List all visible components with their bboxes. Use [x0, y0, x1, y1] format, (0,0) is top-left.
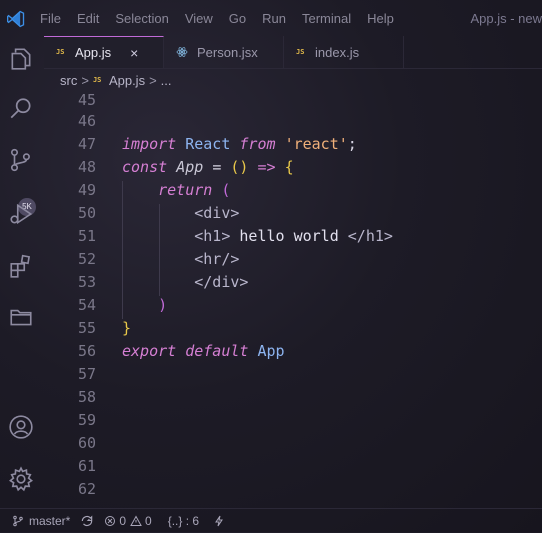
vscode-logo-icon[interactable]	[6, 9, 26, 29]
line-number: 51	[77, 227, 96, 245]
js-file-icon: JS	[56, 48, 65, 56]
line-number: 49	[77, 181, 96, 199]
menu-run[interactable]: Run	[262, 11, 286, 26]
tab-label: App.js	[75, 45, 112, 60]
error-icon	[105, 516, 116, 526]
tab-person-jsx[interactable]: Person.jsx	[164, 36, 284, 68]
explorer-icon[interactable]	[8, 46, 34, 72]
run-debug-icon[interactable]	[8, 201, 34, 227]
warning-count: 0	[145, 514, 152, 528]
error-count: 0	[119, 514, 127, 528]
js-file-icon: JS	[92, 75, 102, 84]
close-icon[interactable]: ×	[130, 45, 138, 61]
branch-indicator[interactable]: master*	[12, 514, 70, 528]
status-bar: master* 0 0 {..} : 6	[0, 508, 542, 533]
code-text: )	[158, 296, 168, 314]
window-title: App.js - new	[470, 11, 542, 26]
code-text: const App = () => {	[122, 158, 294, 176]
line-number: 48	[77, 158, 96, 176]
line-number: 55	[77, 319, 96, 337]
line-number: 58	[77, 388, 96, 406]
line-number: 56	[77, 342, 96, 360]
line-number: 60	[77, 434, 96, 452]
menu-terminal[interactable]: Terminal	[302, 11, 351, 26]
line-number: 45	[77, 91, 96, 109]
search-icon[interactable]	[8, 96, 34, 122]
problems-indicator[interactable]: 0 0	[104, 514, 152, 528]
line-number: 46	[77, 112, 96, 130]
git-branch-icon	[13, 515, 23, 527]
extensions-icon[interactable]	[8, 253, 34, 279]
code-text: <hr/>	[194, 250, 240, 268]
account-icon[interactable]	[8, 414, 34, 440]
activity-bar: 5K	[0, 36, 44, 508]
folder-icon[interactable]	[8, 304, 34, 330]
line-number: 47	[77, 135, 96, 153]
selection-indicator[interactable]: {..} : 6	[168, 514, 199, 528]
source-control-icon[interactable]	[8, 147, 34, 173]
line-number: 59	[77, 411, 96, 429]
lightning-button[interactable]	[213, 515, 225, 527]
line-number: 52	[77, 250, 96, 268]
settings-gear-icon[interactable]	[8, 466, 34, 492]
breadcrumb-folder[interactable]: src	[60, 73, 77, 88]
editor-tabs: JS App.js × Person.jsx JS index.js	[44, 36, 542, 69]
sync-icon	[82, 515, 93, 527]
js-file-icon: JS	[296, 47, 305, 56]
breadcrumb: src > JS App.js > ...	[60, 71, 172, 89]
line-number: 57	[77, 365, 96, 383]
branch-name: master*	[29, 514, 71, 528]
line-number: 54	[77, 296, 96, 314]
lightning-icon	[215, 515, 224, 527]
code-text: </div>	[194, 273, 249, 291]
menu-go[interactable]: Go	[229, 11, 246, 26]
breadcrumb-separator: >	[149, 72, 157, 88]
menu-bar: File Edit Selection View Go Run Terminal…	[40, 0, 410, 36]
line-number: 61	[77, 457, 96, 475]
line-number: 53	[77, 273, 96, 291]
code-text: }	[122, 319, 132, 337]
menu-edit[interactable]: Edit	[77, 11, 99, 26]
react-file-icon	[176, 47, 188, 57]
code-text: import React from 'react';	[122, 135, 357, 153]
code-text: <div>	[194, 204, 240, 222]
selection-count: {..} : 6	[167, 514, 200, 528]
tab-app-js[interactable]: JS App.js ×	[44, 36, 164, 68]
title-bar: File Edit Selection View Go Run Terminal…	[0, 0, 542, 36]
breadcrumb-file[interactable]: App.js	[109, 73, 145, 88]
code-text: return (	[158, 181, 231, 199]
tab-index-js[interactable]: JS index.js	[284, 36, 404, 68]
breadcrumb-more[interactable]: ...	[161, 73, 172, 88]
line-number: 62	[77, 480, 96, 498]
code-text: <h1> hello world </h1>	[194, 227, 393, 245]
code-editor[interactable]: 45 46 47 import React from 'react'; 48 con…	[44, 89, 542, 507]
code-text: export default App	[122, 342, 285, 360]
menu-file[interactable]: File	[40, 11, 61, 26]
warning-icon	[130, 515, 142, 526]
menu-help[interactable]: Help	[367, 11, 394, 26]
menu-selection[interactable]: Selection	[115, 11, 168, 26]
menu-view[interactable]: View	[185, 11, 213, 26]
line-number: 50	[77, 204, 96, 222]
sync-button[interactable]	[80, 514, 94, 528]
tab-label: Person.jsx	[197, 44, 258, 60]
tab-label: index.js	[315, 44, 360, 60]
breadcrumb-separator: >	[81, 72, 89, 88]
